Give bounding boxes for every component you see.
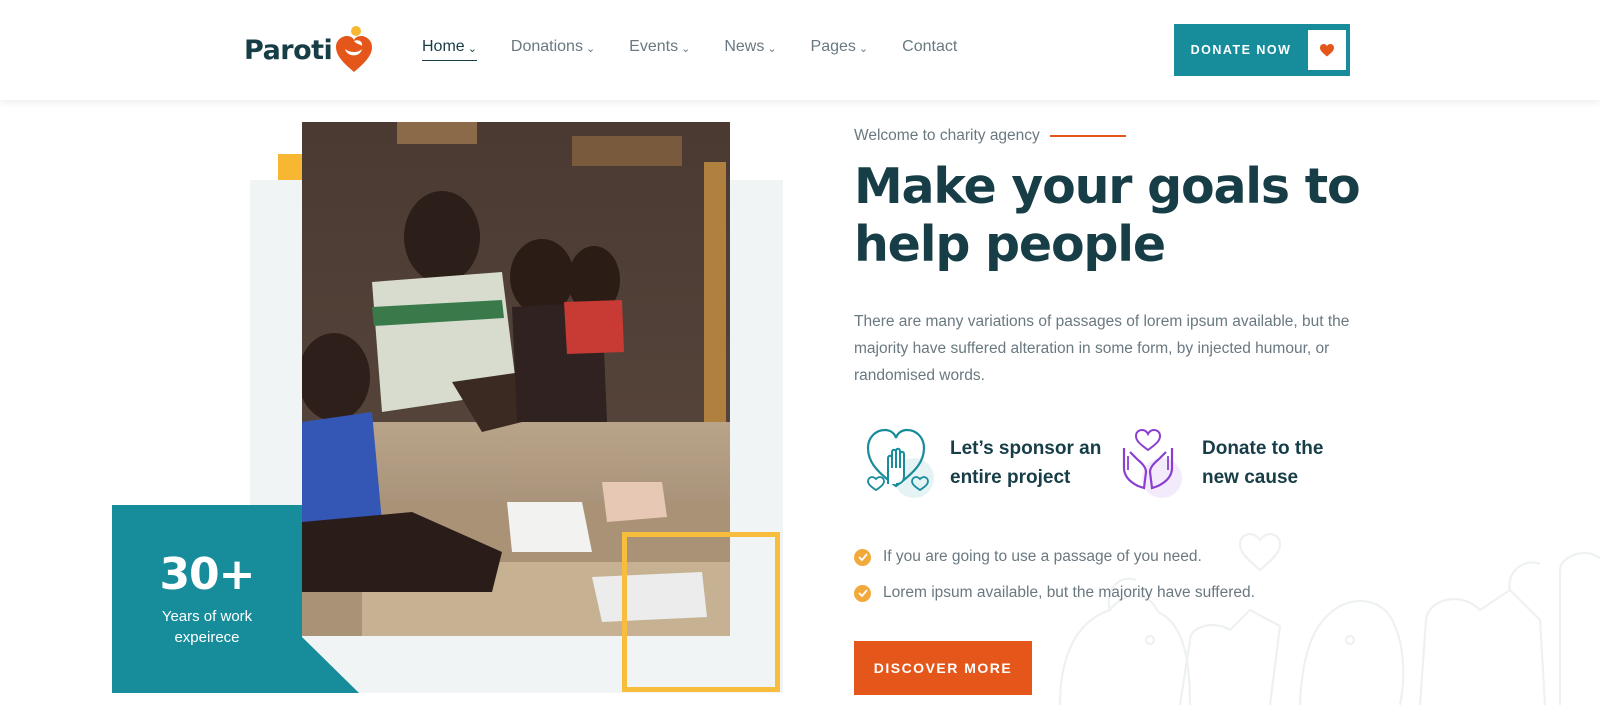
check-icon xyxy=(854,548,871,566)
section-tagline: Welcome to charity agency xyxy=(854,127,1126,145)
feature-title-line1: Donate to the xyxy=(1202,438,1324,459)
feature-title: Let’s sponsor an entire project xyxy=(950,434,1110,492)
decorative-yellow-frame xyxy=(622,532,780,692)
nav-item-home[interactable]: Home ⌄ xyxy=(422,38,477,61)
feature-title-line1: Let’s sponsor an xyxy=(950,438,1102,459)
feature-title-line2: new cause xyxy=(1202,467,1299,488)
list-item: Lorem ipsum available, but the majority … xyxy=(854,575,1255,611)
feature-sponsor-project[interactable]: Let’s sponsor an entire project xyxy=(864,424,1110,502)
nav-item-news[interactable]: News ⌄ xyxy=(724,38,776,56)
chevron-down-icon: ⌄ xyxy=(585,43,596,55)
heart-icon xyxy=(1308,30,1346,70)
nav-item-label: Events xyxy=(629,38,679,55)
page-title: Make your goals to help people xyxy=(854,158,1374,274)
donate-now-button[interactable]: DONATE NOW xyxy=(1174,24,1350,76)
chevron-down-icon: ⌄ xyxy=(767,43,777,55)
nav-item-label: Contact xyxy=(902,38,958,55)
feature-donate-cause[interactable]: Donate to the new cause xyxy=(1116,424,1362,502)
intro-paragraph: There are many variations of passages of… xyxy=(854,313,1350,384)
site-header: Paroti Home ⌄ Donations ⌄ Events ⌄ News … xyxy=(0,0,1600,100)
hands-heart-icon xyxy=(1116,424,1188,502)
experience-label-line1: Years of work xyxy=(161,608,253,625)
tagline-underline xyxy=(1049,135,1126,137)
list-item: If you are going to use a passage of you… xyxy=(854,539,1255,575)
chevron-down-icon: ⌄ xyxy=(467,43,477,55)
nav-item-label: Donations xyxy=(510,38,583,55)
feature-title: Donate to the new cause xyxy=(1202,434,1362,492)
feature-title-line2: entire project xyxy=(950,467,1071,488)
chevron-down-icon: ⌄ xyxy=(858,43,869,55)
heart-hand-icon xyxy=(864,424,936,502)
tagline-text: Welcome to charity agency xyxy=(854,127,1040,144)
check-icon xyxy=(854,584,871,602)
nav-item-donations[interactable]: Donations ⌄ xyxy=(511,38,595,56)
nav-item-events[interactable]: Events ⌄ xyxy=(629,38,690,56)
decorative-yellow-square xyxy=(278,154,304,180)
nav-item-pages[interactable]: Pages ⌄ xyxy=(811,38,869,56)
experience-badge: 30+ Years of work expeirece xyxy=(112,505,302,693)
main-nav: Home ⌄ Donations ⌄ Events ⌄ News ⌄ Pages… xyxy=(422,38,991,61)
headline-line-2: help people xyxy=(854,216,1166,273)
nav-item-label: Pages xyxy=(810,38,856,55)
logo[interactable]: Paroti xyxy=(244,24,374,76)
nav-item-label: News xyxy=(724,38,765,55)
list-item-text: If you are going to use a passage of you… xyxy=(883,548,1202,565)
logo-heart-icon xyxy=(336,26,373,72)
discover-more-label: DISCOVER MORE xyxy=(873,660,1013,676)
experience-badge-corner xyxy=(302,637,359,693)
chevron-down-icon: ⌄ xyxy=(681,43,691,55)
discover-more-button[interactable]: DISCOVER MORE xyxy=(854,641,1032,695)
headline-line-1: Make your goals to xyxy=(854,158,1361,215)
experience-label-line2: expeirece xyxy=(174,629,240,646)
checklist: If you are going to use a passage of you… xyxy=(854,539,1255,611)
nav-item-label: Home xyxy=(422,38,465,55)
nav-item-contact[interactable]: Contact xyxy=(902,38,957,56)
donate-now-label: DONATE NOW xyxy=(1190,43,1292,57)
experience-number: 30+ xyxy=(159,549,255,600)
logo-text: Paroti xyxy=(244,34,333,66)
list-item-text: Lorem ipsum available, but the majority … xyxy=(883,584,1255,601)
